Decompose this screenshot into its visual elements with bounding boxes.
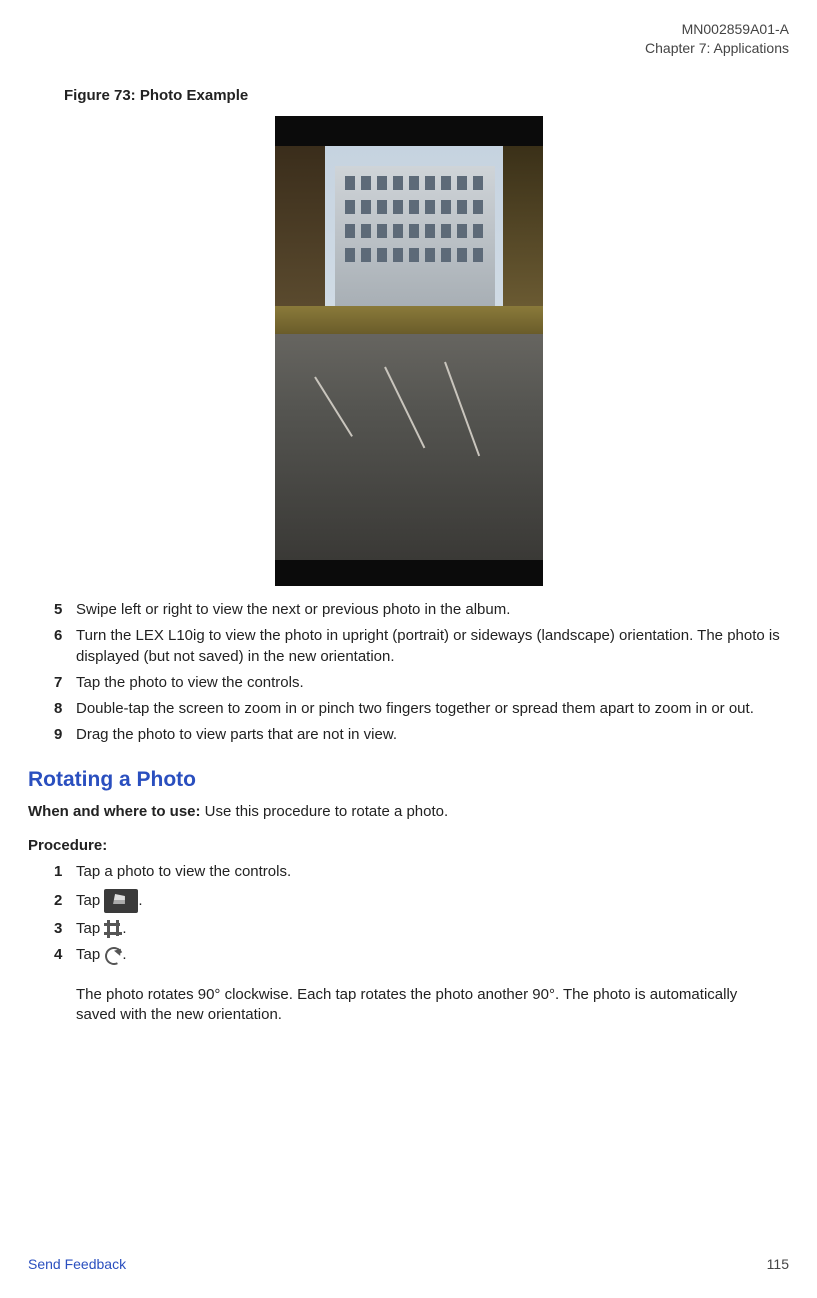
crop-icon — [104, 920, 122, 938]
step-number: 2 — [54, 891, 76, 911]
steps-list-a: 5 Swipe left or right to view the next o… — [54, 600, 789, 746]
page-footer: Send Feedback 115 — [28, 1255, 789, 1274]
rotate-note: The photo rotates 90° clockwise. Each ta… — [76, 985, 776, 1026]
step-number: 3 — [54, 919, 76, 939]
edit-pencil-icon — [104, 889, 138, 913]
step-number: 1 — [54, 862, 76, 882]
procedure-label: Procedure: — [28, 836, 789, 856]
when-text: Use this procedure to rotate a photo. — [201, 803, 449, 820]
send-feedback-link[interactable]: Send Feedback — [28, 1255, 126, 1274]
step-number: 6 — [54, 626, 76, 667]
step-item: 6 Turn the LEX L10ig to view the photo i… — [54, 626, 789, 667]
step-text: Tap . — [76, 919, 789, 939]
doc-id: MN002859A01-A — [28, 20, 789, 39]
chapter-label: Chapter 7: Applications — [28, 39, 789, 58]
when-label: When and where to use: — [28, 803, 201, 820]
photo-sky — [275, 146, 543, 306]
step-number: 5 — [54, 600, 76, 620]
step-number: 8 — [54, 699, 76, 719]
step-item: 3 Tap . — [54, 919, 789, 939]
phone-status-bar — [275, 116, 543, 146]
phone-nav-bar — [275, 560, 543, 586]
step-text: Tap the photo to view the controls. — [76, 673, 789, 693]
step-item: 7 Tap the photo to view the controls. — [54, 673, 789, 693]
page-header: MN002859A01-A Chapter 7: Applications — [28, 20, 789, 58]
step-pre: Tap — [76, 892, 104, 909]
step-text: Tap . — [76, 945, 789, 965]
step-number: 7 — [54, 673, 76, 693]
step-item: 9 Drag the photo to view parts that are … — [54, 725, 789, 745]
step-number: 4 — [54, 945, 76, 965]
photo-example-screenshot — [275, 116, 543, 586]
when-where: When and where to use: Use this procedur… — [28, 802, 789, 822]
step-item: 4 Tap . — [54, 945, 789, 965]
step-text: Double-tap the screen to zoom in or pinc… — [76, 699, 789, 719]
photo-tree-left — [275, 146, 325, 306]
photo-ground — [275, 306, 543, 560]
photo-building — [335, 166, 495, 306]
step-text: Turn the LEX L10ig to view the photo in … — [76, 626, 789, 667]
step-text: Tap . — [76, 889, 789, 913]
rotate-icon — [104, 946, 122, 964]
step-pre: Tap — [76, 946, 104, 963]
step-item: 1 Tap a photo to view the controls. — [54, 862, 789, 882]
step-item: 8 Double-tap the screen to zoom in or pi… — [54, 699, 789, 719]
figure-caption: Figure 73: Photo Example — [64, 86, 789, 106]
step-pre: Tap — [76, 920, 104, 937]
page: MN002859A01-A Chapter 7: Applications Fi… — [0, 0, 817, 1298]
step-number: 9 — [54, 725, 76, 745]
section-heading: Rotating a Photo — [28, 766, 789, 794]
steps-list-b: 1 Tap a photo to view the controls. 2 Ta… — [54, 862, 789, 965]
step-post: . — [122, 920, 126, 937]
step-item: 2 Tap . — [54, 889, 789, 913]
page-number: 115 — [767, 1255, 789, 1274]
photo-grass — [275, 306, 543, 334]
step-text: Tap a photo to view the controls. — [76, 862, 789, 882]
step-text: Drag the photo to view parts that are no… — [76, 725, 789, 745]
photo-tree-right — [503, 146, 543, 306]
step-post: . — [138, 892, 142, 909]
step-item: 5 Swipe left or right to view the next o… — [54, 600, 789, 620]
step-text: Swipe left or right to view the next or … — [76, 600, 789, 620]
